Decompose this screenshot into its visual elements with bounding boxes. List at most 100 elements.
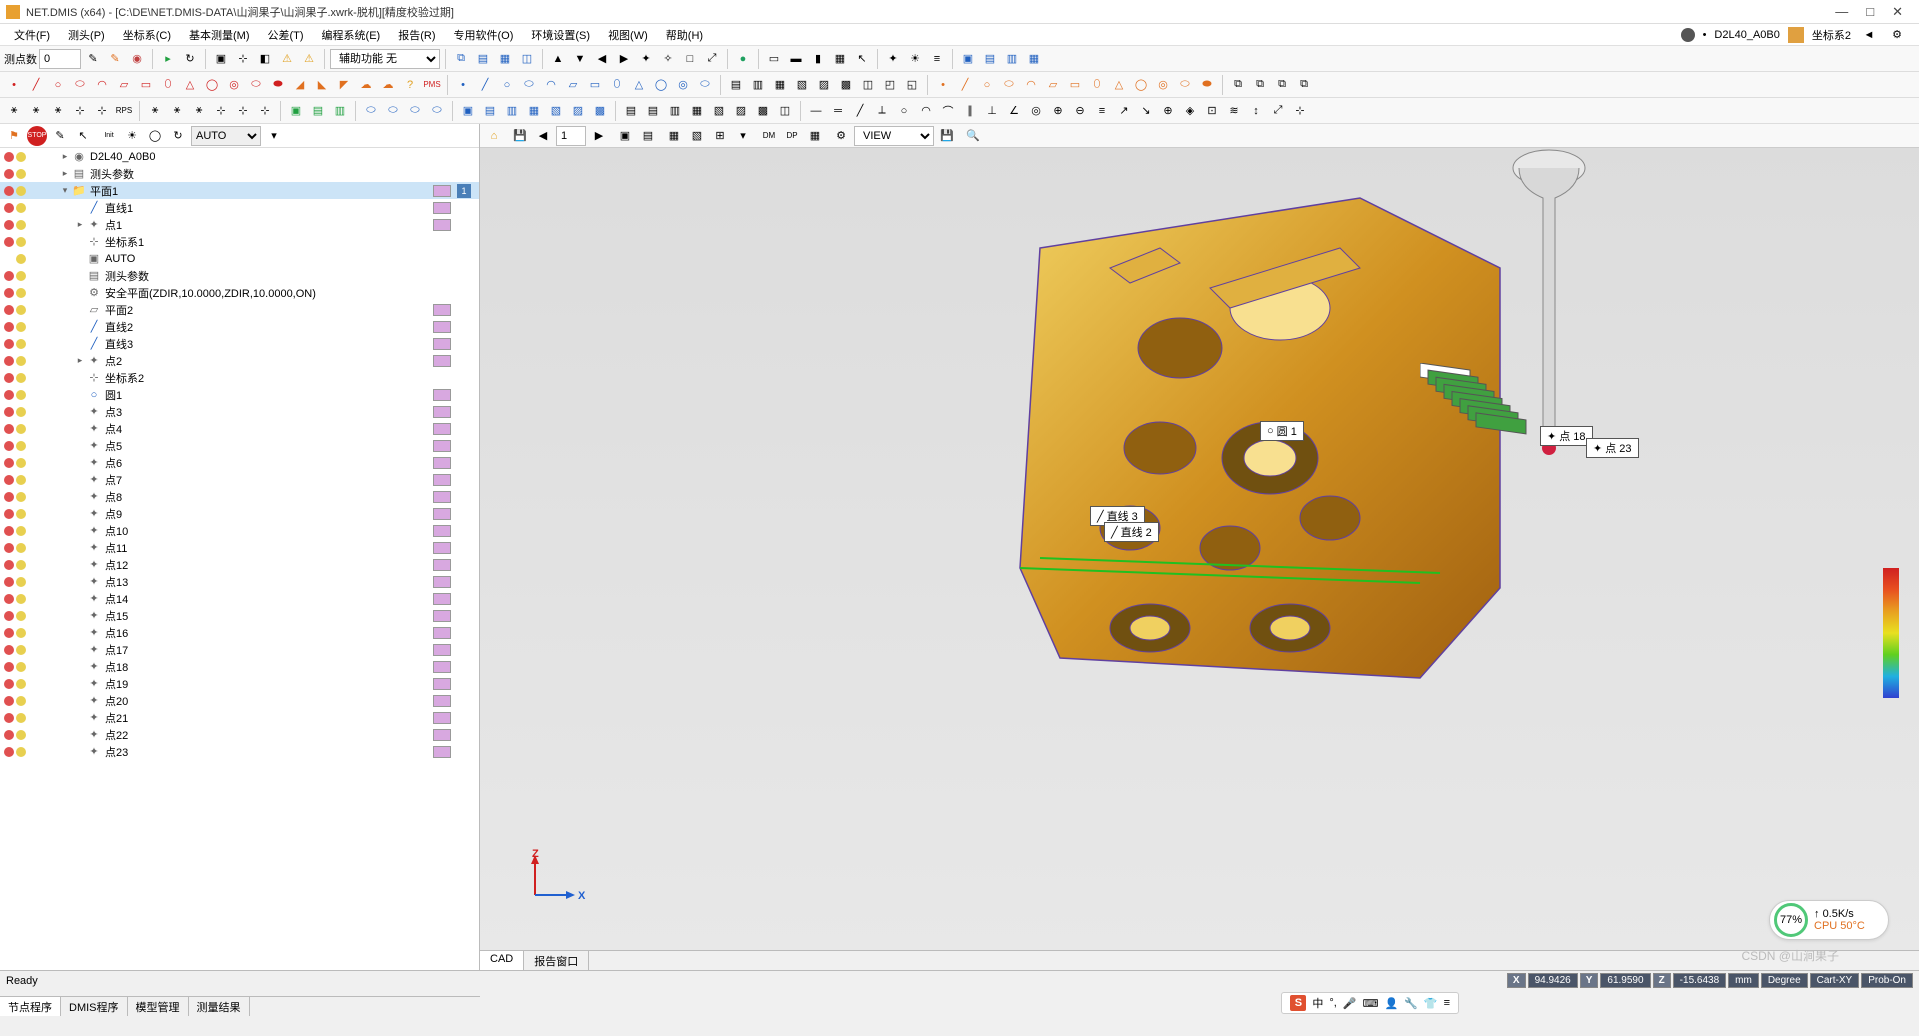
arrow-icon[interactable]: ◄ bbox=[1859, 25, 1879, 45]
tree-row-2[interactable]: ▾📁平面11 bbox=[0, 182, 479, 199]
view-page-input[interactable] bbox=[556, 126, 586, 146]
refresh-icon[interactable]: ↻ bbox=[180, 49, 200, 69]
tol-w-icon[interactable]: ⊹ bbox=[1290, 101, 1310, 121]
b-slot-icon[interactable]: ⬭ bbox=[695, 75, 715, 95]
tree-mode-select[interactable]: AUTO bbox=[191, 126, 261, 146]
cube-d-icon[interactable]: ◫ bbox=[517, 49, 537, 69]
menu-item-2[interactable]: 坐标系(C) bbox=[115, 25, 179, 45]
tree-pen-icon[interactable]: ✎ bbox=[50, 126, 70, 146]
axis2-icon[interactable]: ✦ bbox=[636, 49, 656, 69]
o-arc-icon[interactable]: ◠ bbox=[1021, 75, 1041, 95]
b-cone-icon[interactable]: △ bbox=[629, 75, 649, 95]
pen-orange-icon[interactable]: ✎ bbox=[105, 49, 125, 69]
tol-c-icon[interactable]: ╱ bbox=[850, 101, 870, 121]
tol-g-icon[interactable]: ⌒ bbox=[938, 101, 958, 121]
b-rect-icon[interactable]: ▭ bbox=[585, 75, 605, 95]
menu-item-5[interactable]: 编程系统(E) bbox=[314, 25, 389, 45]
rpt-g-icon[interactable]: ▩ bbox=[753, 101, 773, 121]
rpt-c-icon[interactable]: ▥ bbox=[665, 101, 685, 121]
o-plane-icon[interactable]: ▱ bbox=[1043, 75, 1063, 95]
blob2-icon[interactable]: ☁ bbox=[378, 75, 398, 95]
ime-mic-icon[interactable]: 🎤 bbox=[1343, 997, 1357, 1010]
tree-row-23[interactable]: ✦点11 bbox=[0, 539, 479, 556]
tol-i-icon[interactable]: ⊥ bbox=[982, 101, 1002, 121]
dot-icon[interactable]: • bbox=[4, 75, 24, 95]
highlight-icon[interactable]: ☀ bbox=[905, 49, 925, 69]
tree-row-21[interactable]: ✦点9 bbox=[0, 505, 479, 522]
tol-o-icon[interactable]: ↗ bbox=[1114, 101, 1134, 121]
point-icon[interactable]: ✦ bbox=[883, 49, 903, 69]
view-save2-icon[interactable]: 💾 bbox=[937, 126, 957, 146]
rect-b-icon[interactable]: ▬ bbox=[786, 49, 806, 69]
o-circle-icon[interactable]: ○ bbox=[977, 75, 997, 95]
tol-s-icon[interactable]: ⊡ bbox=[1202, 101, 1222, 121]
rps-icon[interactable]: RPS bbox=[114, 101, 134, 121]
tree-warn-icon[interactable]: ☀ bbox=[122, 126, 142, 146]
tol-h-icon[interactable]: ∥ bbox=[960, 101, 980, 121]
b-line-icon[interactable]: ╱ bbox=[475, 75, 495, 95]
tol-m-icon[interactable]: ⊖ bbox=[1070, 101, 1090, 121]
o-ellipse-icon[interactable]: ⬭ bbox=[999, 75, 1019, 95]
settings-icon[interactable]: ⚙ bbox=[1887, 25, 1907, 45]
b-plane-icon[interactable]: ▱ bbox=[563, 75, 583, 95]
tab-measure-result[interactable]: 测量结果 bbox=[189, 997, 250, 1016]
help-warn-icon[interactable]: ⚠ bbox=[299, 49, 319, 69]
rpt-e-icon[interactable]: ▧ bbox=[709, 101, 729, 121]
bld-d-icon[interactable]: ▧ bbox=[792, 75, 812, 95]
tab-report-window[interactable]: 报告窗口 bbox=[524, 951, 589, 970]
tree-row-8[interactable]: ⚙安全平面(ZDIR,10.0000,ZDIR,10.0000,ON) bbox=[0, 284, 479, 301]
blue-btn4-icon[interactable]: ▦ bbox=[1024, 49, 1044, 69]
tol-t-icon[interactable]: ≋ bbox=[1224, 101, 1244, 121]
fan-icon[interactable]: ◢ bbox=[290, 75, 310, 95]
o-cyl-icon[interactable]: ⬯ bbox=[1087, 75, 1107, 95]
torus-icon[interactable]: ◎ bbox=[224, 75, 244, 95]
blue-btn2-icon[interactable]: ▤ bbox=[980, 49, 1000, 69]
o-torus-icon[interactable]: ◎ bbox=[1153, 75, 1173, 95]
active-coord-label[interactable]: 坐标系2 bbox=[1812, 27, 1851, 43]
blue-e-icon[interactable]: ▧ bbox=[546, 101, 566, 121]
stack-b-icon[interactable]: ⧉ bbox=[1250, 75, 1270, 95]
line-icon[interactable]: ╱ bbox=[26, 75, 46, 95]
rpt-f-icon[interactable]: ▨ bbox=[731, 101, 751, 121]
menu-item-10[interactable]: 帮助(H) bbox=[658, 25, 711, 45]
cube2-icon[interactable]: ◧ bbox=[255, 49, 275, 69]
green-c-icon[interactable]: ▥ bbox=[330, 101, 350, 121]
blue-a-icon[interactable]: ▣ bbox=[458, 101, 478, 121]
menu-item-3[interactable]: 基本测量(M) bbox=[181, 25, 258, 45]
menu-item-8[interactable]: 环境设置(S) bbox=[523, 25, 598, 45]
ime-person-icon[interactable]: 👤 bbox=[1384, 997, 1398, 1010]
tol-p-icon[interactable]: ↘ bbox=[1136, 101, 1156, 121]
tree-row-9[interactable]: ▱平面2 bbox=[0, 301, 479, 318]
green-a-icon[interactable]: ▣ bbox=[286, 101, 306, 121]
rect-c-icon[interactable]: ▮ bbox=[808, 49, 828, 69]
tree-row-14[interactable]: ○圆1 bbox=[0, 386, 479, 403]
tree-row-27[interactable]: ✦点15 bbox=[0, 607, 479, 624]
tree-row-28[interactable]: ✦点16 bbox=[0, 624, 479, 641]
tol-b-icon[interactable]: ═ bbox=[828, 101, 848, 121]
scale-icon[interactable]: ⤢ bbox=[702, 49, 722, 69]
o-line-icon[interactable]: ╱ bbox=[955, 75, 975, 95]
tree-refresh-icon[interactable]: ↻ bbox=[168, 126, 188, 146]
tree-arrow-icon[interactable]: ↖ bbox=[73, 126, 93, 146]
blue-b-icon[interactable]: ▤ bbox=[480, 101, 500, 121]
tree-row-34[interactable]: ✦点22 bbox=[0, 726, 479, 743]
tree-init-icon[interactable]: Init bbox=[99, 126, 119, 146]
tree-row-6[interactable]: ▣AUTO bbox=[0, 250, 479, 267]
b-arc-icon[interactable]: ◠ bbox=[541, 75, 561, 95]
label-line2[interactable]: ╱直线 2 bbox=[1104, 522, 1159, 542]
tol-a-icon[interactable]: — bbox=[806, 101, 826, 121]
o-dot-icon[interactable]: • bbox=[933, 75, 953, 95]
blue-btn1-icon[interactable]: ▣ bbox=[958, 49, 978, 69]
cs-c-icon[interactable]: ⚹ bbox=[48, 101, 68, 121]
bld-b-icon[interactable]: ▥ bbox=[748, 75, 768, 95]
blue-c-icon[interactable]: ▥ bbox=[502, 101, 522, 121]
tree-row-3[interactable]: ╱直线1 bbox=[0, 199, 479, 216]
tree-row-1[interactable]: ▸▤测头参数 bbox=[0, 165, 479, 182]
cyl-d-icon[interactable]: ⬭ bbox=[427, 101, 447, 121]
ime-toolbar[interactable]: S 中 °, 🎤 ⌨ 👤 🔧 👕 ≡ bbox=[1281, 992, 1459, 1014]
green-b-icon[interactable]: ▤ bbox=[308, 101, 328, 121]
cube-icon[interactable]: ▣ bbox=[211, 49, 231, 69]
view-e-icon[interactable]: ⊞ bbox=[710, 126, 730, 146]
b-cyl-icon[interactable]: ⬯ bbox=[607, 75, 627, 95]
view-gear-icon[interactable]: ⚙ bbox=[831, 126, 851, 146]
